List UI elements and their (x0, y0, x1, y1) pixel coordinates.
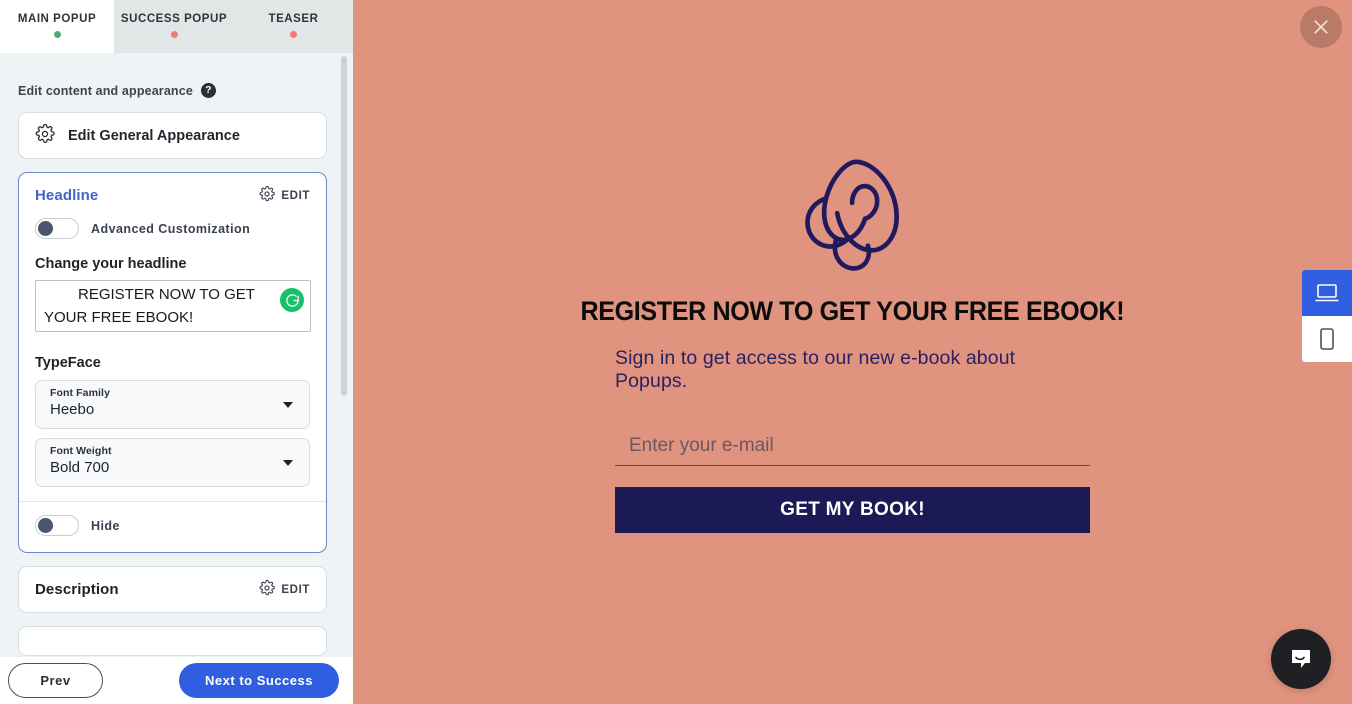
prev-button[interactable]: Prev (8, 663, 103, 698)
font-weight-value: Bold 700 (50, 459, 110, 476)
tab-main-popup[interactable]: MAIN POPUP (0, 0, 114, 53)
email-input[interactable] (615, 426, 1090, 466)
sidebar-action-bar: Prev Next to Success (0, 657, 353, 704)
tab-success-popup-status-dot (170, 30, 178, 38)
advanced-customization-label: Advanced Customization (91, 221, 251, 236)
headline-input-wrapper (19, 272, 326, 337)
description-section-header: Description EDIT (19, 567, 326, 612)
tab-teaser-status-dot (290, 30, 297, 38)
gear-icon (259, 579, 276, 599)
popup-subheadline: Sign in to get access to our new e-book … (615, 347, 1016, 392)
description-section-card[interactable]: Description EDIT (18, 566, 327, 613)
headline-edit-button[interactable]: EDIT (259, 185, 310, 205)
edit-general-appearance-label: Edit General Appearance (68, 127, 240, 144)
description-edit-button[interactable]: EDIT (259, 579, 310, 599)
description-section-title: Description (35, 581, 119, 598)
next-to-success-button[interactable]: Next to Success (179, 663, 339, 698)
headline-section-title: Headline (35, 187, 99, 204)
description-edit-label: EDIT (281, 583, 310, 596)
tab-success-popup[interactable]: SUCCESS POPUP (114, 0, 234, 53)
popup-content: REGISTER NOW TO GET YOUR FREE EBOOK! Sig… (581, 150, 1125, 533)
headline-section-header: Headline EDIT (19, 173, 326, 205)
tab-main-popup-label: MAIN POPUP (17, 12, 97, 25)
question-mark-icon[interactable]: ? (200, 83, 216, 98)
device-option-desktop[interactable] (1302, 270, 1352, 316)
popup-step-tabs: MAIN POPUP SUCCESS POPUP TEASER (0, 0, 353, 53)
popup-editor-app: MAIN POPUP SUCCESS POPUP TEASER Edit con… (0, 0, 1352, 704)
headline-input[interactable] (35, 280, 311, 332)
next-section-card-partial[interactable] (18, 626, 327, 656)
sidebar-scrollbar[interactable] (341, 56, 347, 652)
gear-icon (259, 185, 276, 205)
edit-general-appearance-button[interactable]: Edit General Appearance (19, 113, 326, 158)
get-my-book-button[interactable]: GET MY BOOK! (615, 487, 1090, 533)
editor-sidebar: MAIN POPUP SUCCESS POPUP TEASER Edit con… (0, 0, 353, 704)
tab-teaser-label: TEASER (268, 12, 319, 25)
sidebar-scroll-area: Edit content and appearance ? Edit Gener… (0, 53, 353, 657)
chevron-down-icon (283, 460, 293, 466)
headline-edit-label: EDIT (281, 189, 310, 202)
edit-general-appearance-card[interactable]: Edit General Appearance (18, 112, 327, 159)
popup-headline: REGISTER NOW TO GET YOUR FREE EBOOK! (580, 296, 1125, 326)
font-family-select[interactable]: Font Family Heebo (35, 380, 310, 429)
chat-smile-icon (1292, 650, 1310, 668)
tab-main-popup-status-dot (53, 30, 61, 38)
change-headline-label: Change your headline (35, 256, 187, 272)
chevron-down-icon (283, 402, 293, 408)
device-switcher (1302, 270, 1352, 362)
font-family-value: Heebo (50, 401, 95, 418)
tab-teaser[interactable]: TEASER (234, 0, 353, 53)
phone-icon (1320, 328, 1334, 350)
typeface-label: TypeFace (35, 355, 101, 371)
device-option-mobile[interactable] (1302, 316, 1352, 362)
font-weight-select[interactable]: Font Weight Bold 700 (35, 438, 310, 487)
chat-bubble-icon[interactable] (1271, 629, 1331, 689)
sidebar-scrollbar-thumb[interactable] (341, 56, 347, 396)
hide-headline-row: Hide (19, 502, 326, 536)
grammarly-icon[interactable] (280, 288, 304, 312)
hide-headline-label: Hide (91, 518, 120, 533)
popup-preview: REGISTER NOW TO GET YOUR FREE EBOOK! Sig… (353, 0, 1352, 704)
font-weight-caption: Font Weight (50, 445, 112, 457)
gear-icon (35, 123, 55, 148)
font-family-caption: Font Family (50, 387, 111, 399)
panel-subtitle-label: Edit content and appearance (18, 83, 193, 98)
laptop-icon (1315, 284, 1339, 302)
panel-subtitle: Edit content and appearance ? (18, 83, 327, 98)
advanced-customization-row: Advanced Customization (19, 205, 326, 239)
tab-success-popup-label: SUCCESS POPUP (120, 12, 228, 25)
close-icon[interactable] (1300, 6, 1342, 48)
hide-headline-toggle[interactable] (35, 515, 79, 536)
megaphone-icon (804, 159, 899, 271)
advanced-customization-toggle[interactable] (35, 218, 79, 239)
headline-section-card: Headline EDIT Advanced Customization Cha… (18, 172, 327, 553)
